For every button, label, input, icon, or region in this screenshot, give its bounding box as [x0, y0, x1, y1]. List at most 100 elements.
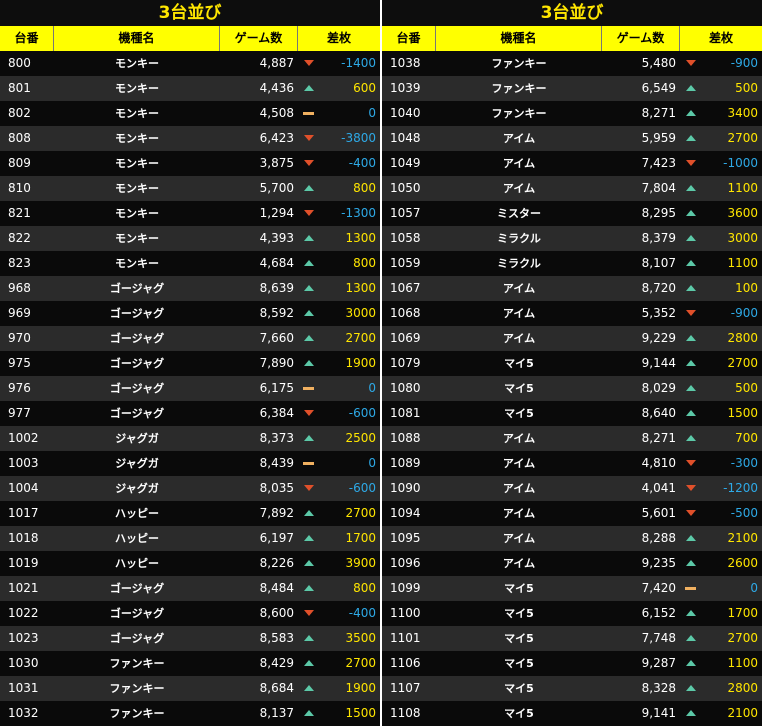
machine-number: 1023: [8, 631, 39, 645]
trend-up-icon: [680, 426, 704, 451]
panel-right: 3台並び 台番 機種名 ゲーム数 差枚 1038 ファンキー 5,480 -900 10…: [382, 0, 762, 726]
diff-value: 3000: [727, 231, 758, 245]
trend-down-icon: [680, 501, 704, 526]
machine-number: 1022: [8, 606, 39, 620]
game-count: 9,235: [641, 556, 676, 570]
table-row: 1068 アイム 5,352 -900: [382, 301, 762, 326]
trend-down-icon: [298, 51, 322, 76]
trend-up-icon: [298, 326, 322, 351]
table-row: 1101 マイ5 7,748 2700: [382, 626, 762, 651]
trend-up-icon: [298, 276, 322, 301]
machine-number: 1031: [8, 681, 39, 695]
machine-number: 1067: [390, 281, 421, 295]
model-name: マイ5: [504, 707, 534, 720]
diff-value: -400: [348, 606, 376, 620]
panel-left: 3台並び 台番 機種名 ゲーム数 差枚 800 モンキー 4,887 -1400 801…: [0, 0, 380, 726]
header-machine-number: 台番: [0, 26, 54, 51]
table-row: 1004 ジャグガ 8,035 -600: [0, 476, 380, 501]
table-row: 968 ゴージャグ 8,639 1300: [0, 276, 380, 301]
model-name: マイ5: [504, 357, 534, 370]
machine-number: 1058: [390, 231, 421, 245]
table-row: 822 モンキー 4,393 1300: [0, 226, 380, 251]
trend-down-icon: [680, 51, 704, 76]
table-row: 1059 ミラクル 8,107 1100: [382, 251, 762, 276]
diff-cell: 1500: [298, 701, 380, 726]
trend-down-icon: [680, 301, 704, 326]
table-row: 1107 マイ5 8,328 2800: [382, 676, 762, 701]
table-row: 1003 ジャグガ 8,439 0: [0, 451, 380, 476]
trend-up-icon: [680, 226, 704, 251]
diff-value: 1500: [727, 406, 758, 420]
table-row: 1108 マイ5 9,141 2100: [382, 701, 762, 726]
trend-up-icon: [680, 176, 704, 201]
table-row: 1100 マイ5 6,152 1700: [382, 601, 762, 626]
table-row: 802 モンキー 4,508 0: [0, 101, 380, 126]
model-name: マイ5: [504, 382, 534, 395]
diff-cell: 2100: [680, 701, 762, 726]
model-name: ゴージャグ: [109, 332, 165, 345]
diff-cell: 1100: [680, 176, 762, 201]
machine-number: 1080: [390, 381, 421, 395]
diff-cell: -1000: [680, 151, 762, 176]
table-row: 1040 ファンキー 8,271 3400: [382, 101, 762, 126]
table-row: 1021 ゴージャグ 8,484 800: [0, 576, 380, 601]
machine-number: 822: [8, 231, 31, 245]
trend-down-icon: [298, 601, 322, 626]
diff-value: 3500: [345, 631, 376, 645]
game-count: 7,892: [259, 506, 294, 520]
machine-number: 823: [8, 256, 31, 270]
diff-cell: -3800: [298, 126, 380, 151]
model-name: ミスター: [497, 207, 541, 220]
trend-down-icon: [298, 151, 322, 176]
machine-number: 1030: [8, 656, 39, 670]
game-count: 8,271: [641, 431, 676, 445]
machine-number: 1090: [390, 481, 421, 495]
machine-number: 1108: [390, 706, 421, 720]
table-row: 823 モンキー 4,684 800: [0, 251, 380, 276]
trend-up-icon: [680, 201, 704, 226]
machine-number: 1099: [390, 581, 421, 595]
header-model-name: 機種名: [54, 26, 220, 51]
game-count: 8,373: [259, 431, 294, 445]
diff-value: 3000: [345, 306, 376, 320]
machine-number: 1057: [390, 206, 421, 220]
machine-number: 1019: [8, 556, 39, 570]
diff-value: 1500: [345, 706, 376, 720]
game-count: 8,484: [259, 581, 294, 595]
model-name: アイム: [502, 532, 536, 545]
model-name: アイム: [502, 557, 536, 570]
diff-value: 2500: [345, 431, 376, 445]
diff-cell: -1200: [680, 476, 762, 501]
model-name: ゴージャグ: [109, 632, 165, 645]
table-row: 1089 アイム 4,810 -300: [382, 451, 762, 476]
trend-up-icon: [298, 651, 322, 676]
trend-up-icon: [298, 701, 322, 726]
machine-number: 809: [8, 156, 31, 170]
diff-cell: 1500: [680, 401, 762, 426]
diff-value: 0: [750, 581, 758, 595]
diff-cell: 1100: [680, 251, 762, 276]
game-count: 9,144: [641, 356, 676, 370]
model-name: ゴージャグ: [109, 407, 165, 420]
panel-title: 3台並び: [0, 0, 380, 26]
machine-number: 1088: [390, 431, 421, 445]
machine-number: 802: [8, 106, 31, 120]
trend-up-icon: [680, 276, 704, 301]
trend-up-icon: [680, 376, 704, 401]
model-name: ジャグガ: [115, 432, 159, 445]
game-count: 4,436: [259, 81, 294, 95]
game-count: 8,029: [641, 381, 676, 395]
trend-up-icon: [298, 576, 322, 601]
game-count: 8,226: [259, 556, 294, 570]
model-name: ファンキー: [109, 707, 165, 720]
model-name: ファンキー: [491, 107, 547, 120]
diff-cell: 800: [298, 251, 380, 276]
trend-up-icon: [680, 351, 704, 376]
machine-number: 810: [8, 181, 31, 195]
trend-up-icon: [680, 676, 704, 701]
trend-up-icon: [680, 701, 704, 726]
game-count: 8,328: [641, 681, 676, 695]
machine-number: 1081: [390, 406, 421, 420]
diff-cell: 0: [298, 376, 380, 401]
trend-up-icon: [680, 601, 704, 626]
